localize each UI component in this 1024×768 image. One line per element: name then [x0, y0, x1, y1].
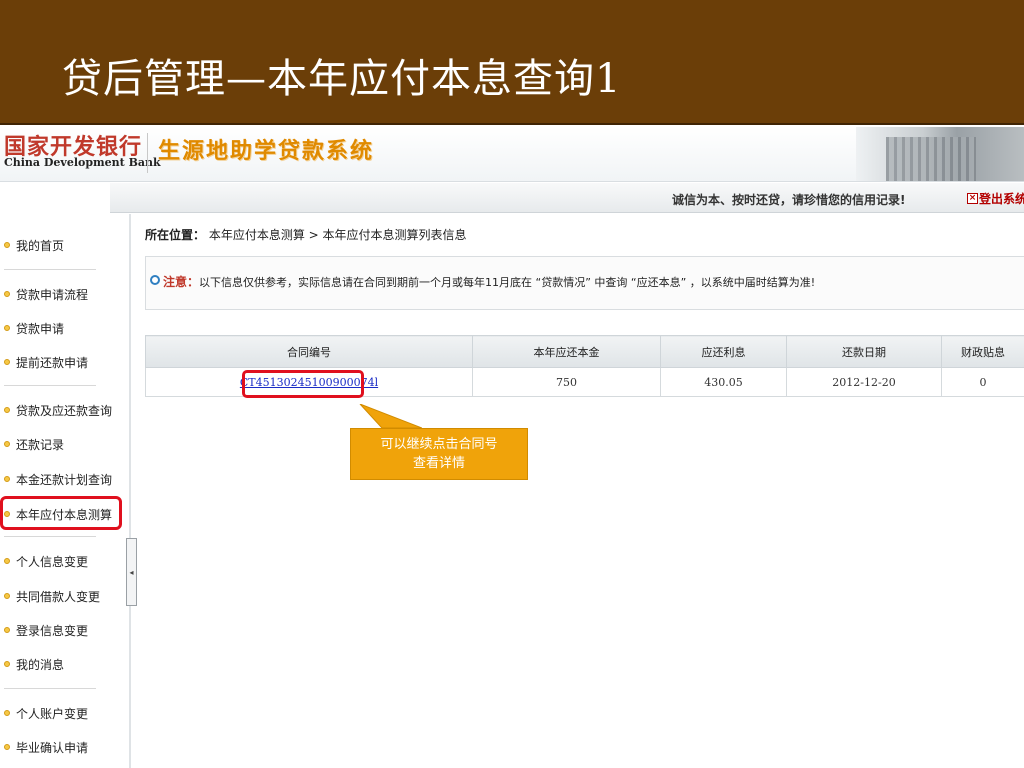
- sidebar-item-home[interactable]: 我的首页: [0, 232, 124, 258]
- bullet-icon: [4, 325, 10, 331]
- column-header: 本年应还本金: [472, 335, 661, 368]
- bullet-icon: [4, 407, 10, 413]
- repay-date-cell: 2012-12-20: [786, 367, 942, 397]
- sidebar-item-label: 个人信息变更: [16, 554, 89, 569]
- info-icon: [150, 275, 160, 285]
- sidebar: 我的首页 贷款申请流程 贷款申请 提前还款申请 贷款及应还款查询 还款记录 本金…: [0, 214, 128, 768]
- sidebar-item-loan-query[interactable]: 贷款及应还款查询: [0, 397, 124, 423]
- breadcrumb-path: 本年应付本息测算 > 本年应付本息测算列表信息: [208, 228, 467, 242]
- sidebar-item-label: 登录信息变更: [16, 623, 89, 638]
- logout-label: 登出系统: [979, 192, 1024, 206]
- column-header: 财政贴息: [941, 335, 1024, 368]
- sidebar-collapse-handle[interactable]: ◂: [126, 538, 137, 606]
- slogan: 诚信为本、按时还贷，请珍惜您的信用记录!: [672, 193, 906, 207]
- sidebar-item-personal-info[interactable]: 个人信息变更: [0, 548, 124, 574]
- column-header: 应还利息: [660, 335, 787, 368]
- table-header-row: 合同编号 本年应还本金 应还利息 还款日期 财政贴息: [145, 335, 1024, 368]
- callout-line-2: 查看详情: [412, 456, 465, 471]
- bullet-icon: [4, 744, 10, 750]
- notice-message: 以下信息仅供参考，实际信息请在合同到期前一个月或每年11月底在 “贷款情况” 中…: [199, 276, 816, 289]
- bullet-icon: [4, 593, 10, 599]
- bullet-icon: [4, 661, 10, 667]
- menu-divider: [4, 688, 96, 689]
- sidebar-item-account-change[interactable]: 个人账户变更: [0, 700, 124, 726]
- callout-annotation: 可以继续点击合同号 查看详情: [350, 428, 528, 480]
- sidebar-item-repay-record[interactable]: 还款记录: [0, 431, 124, 457]
- bullet-icon: [4, 558, 10, 564]
- interest-cell: 430.05: [660, 367, 787, 397]
- slide-title: 贷后管理—本年应付本息查询1: [62, 56, 622, 102]
- column-header: 还款日期: [786, 335, 942, 368]
- sidebar-item-label: 我的首页: [16, 238, 65, 253]
- sidebar-item-principal-plan[interactable]: 本金还款计划查询: [0, 466, 124, 492]
- slide-title-bar: 贷后管理—本年应付本息查询1: [0, 0, 1024, 125]
- sidebar-item-label: 本金还款计划查询: [16, 472, 113, 487]
- sidebar-item-label: 提前还款申请: [16, 355, 89, 370]
- bullet-icon: [4, 291, 10, 297]
- sidebar-item-login-info[interactable]: 登录信息变更: [0, 617, 124, 643]
- menu-divider: [4, 385, 96, 386]
- sidebar-item-early-repay[interactable]: 提前还款申请: [0, 349, 124, 375]
- sidebar-item-label: 还款记录: [16, 437, 65, 452]
- column-header: 合同编号: [145, 335, 473, 368]
- notice-box: 注意：以下信息仅供参考，实际信息请在合同到期前一个月或每年11月底在 “贷款情况…: [145, 256, 1024, 310]
- slogan-bar: 诚信为本、按时还贷，请珍惜您的信用记录! × 登出系统: [0, 183, 1024, 213]
- notice-text: 注意：以下信息仅供参考，实际信息请在合同到期前一个月或每年11月底在 “贷款情况…: [163, 273, 815, 290]
- notice-label: 注意：: [163, 275, 200, 289]
- sidebar-splitter: [129, 214, 131, 768]
- breadcrumb: 所在位置： 本年应付本息测算 > 本年应付本息测算列表信息: [145, 226, 467, 243]
- callout-line-1: 可以继续点击合同号: [380, 437, 498, 452]
- menu-divider: [4, 269, 96, 270]
- sidebar-item-loan-process[interactable]: 贷款申请流程: [0, 281, 124, 307]
- contract-link-highlight: [242, 370, 364, 398]
- app-header: 国家开发银行 China Development Bank 生源地助学贷款系统: [0, 127, 1024, 182]
- sidebar-item-label: 个人账户变更: [16, 706, 89, 721]
- active-item-highlight: [0, 496, 122, 530]
- sidebar-item-co-borrower[interactable]: 共同借款人变更: [0, 583, 124, 609]
- sidebar-item-graduation[interactable]: 毕业确认申请: [0, 734, 124, 760]
- sidebar-item-loan-apply[interactable]: 贷款申请: [0, 315, 124, 341]
- sidebar-item-label: 毕业确认申请: [16, 740, 89, 755]
- sidebar-item-messages[interactable]: 我的消息: [0, 651, 124, 677]
- system-name: 生源地助学贷款系统: [158, 139, 375, 164]
- subsidy-cell: 0: [941, 367, 1024, 397]
- bullet-icon: [4, 441, 10, 447]
- menu-divider: [4, 536, 96, 537]
- bullet-icon: [4, 242, 10, 248]
- callout-pointer: [359, 404, 422, 429]
- principal-cell: 750: [472, 367, 661, 397]
- sidebar-item-label: 贷款申请流程: [16, 287, 89, 302]
- bullet-icon: [4, 627, 10, 633]
- bullet-icon: [4, 710, 10, 716]
- sidebar-item-label: 共同借款人变更: [16, 589, 101, 604]
- sidebar-item-label: 贷款申请: [16, 321, 65, 336]
- logo-divider: [147, 133, 148, 173]
- sidebar-item-label: 贷款及应还款查询: [16, 403, 113, 418]
- logout-button[interactable]: × 登出系统: [967, 190, 1024, 207]
- bullet-icon: [4, 476, 10, 482]
- header-building-image: [856, 127, 1024, 181]
- bank-logo-en: China Development Bank: [4, 156, 161, 169]
- sidebar-item-label: 我的消息: [16, 657, 65, 672]
- bullet-icon: [4, 359, 10, 365]
- breadcrumb-label: 所在位置：: [145, 228, 206, 242]
- close-icon: ×: [967, 193, 978, 204]
- chevron-left-icon: ◂: [129, 567, 134, 577]
